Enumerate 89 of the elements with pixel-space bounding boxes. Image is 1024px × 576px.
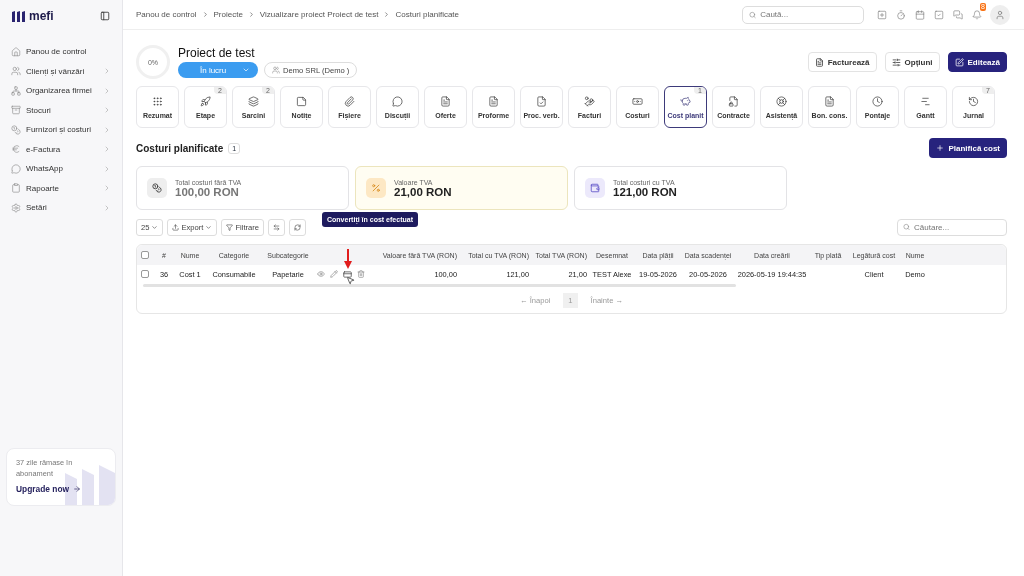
refresh-button[interactable] xyxy=(289,218,307,236)
upgrade-link[interactable]: Upgrade now xyxy=(16,484,106,494)
breadcrumb-link[interactable]: Panou de control xyxy=(136,10,197,19)
nav-item[interactable]: WhatsApp xyxy=(6,159,116,179)
document-icon xyxy=(440,95,451,107)
euro-icon xyxy=(11,144,21,155)
document-icon xyxy=(824,95,835,107)
edit-icon[interactable] xyxy=(330,270,338,278)
document-icon xyxy=(814,57,824,67)
chevron-icon xyxy=(383,11,391,18)
nav-item[interactable]: Clienți și vânzări xyxy=(6,61,116,81)
annotation-arrow-drawing xyxy=(344,248,352,269)
document-check-icon xyxy=(536,95,547,107)
swap-icon xyxy=(273,223,281,231)
note-icon xyxy=(296,95,307,107)
avatar[interactable] xyxy=(990,4,1010,25)
collapse-sidebar-icon[interactable] xyxy=(100,11,110,21)
refresh-icon xyxy=(294,223,302,231)
delete-icon[interactable] xyxy=(357,270,365,278)
settings-icon xyxy=(11,202,21,213)
lifebuoy-icon xyxy=(776,95,787,107)
sliders-icon xyxy=(891,57,901,67)
chevron-down-icon xyxy=(205,223,213,231)
nav-item[interactable]: Furnizori și costuri xyxy=(6,120,116,140)
action-button[interactable]: Opțiuni xyxy=(884,52,940,72)
chevron-icon xyxy=(201,11,209,18)
card-value: 121,00 RON xyxy=(613,185,677,198)
search-field[interactable]: Caută... xyxy=(742,5,864,24)
nav-item[interactable]: e-Factura xyxy=(6,139,116,159)
coins-icon xyxy=(147,178,167,198)
percent-icon xyxy=(366,178,386,198)
nav-item[interactable]: Setări xyxy=(6,198,116,218)
filter-icon xyxy=(226,223,234,231)
nav-item[interactable]: Panou de control xyxy=(6,42,116,62)
search-icon xyxy=(749,10,757,19)
brand-name: mefi xyxy=(29,9,54,23)
checkbox[interactable] xyxy=(141,251,149,259)
users-icon xyxy=(11,66,21,77)
hand-coins-icon xyxy=(584,95,595,107)
history-icon xyxy=(968,95,979,107)
checkbox[interactable] xyxy=(141,270,149,278)
chevron-down-icon xyxy=(151,223,159,231)
users-icon xyxy=(272,66,280,74)
chevron-down-icon xyxy=(242,66,250,74)
nav-item[interactable]: Rapoarte xyxy=(6,178,116,198)
document-icon xyxy=(488,95,499,107)
project-title: Proiect de test xyxy=(178,46,256,60)
breadcrumb-link[interactable]: Vizualizare proiect Proiect de test xyxy=(259,10,379,19)
table-search-input[interactable]: Căutare... xyxy=(914,222,1001,232)
card-value: 21,00 RON xyxy=(394,185,452,198)
paperclip-icon xyxy=(344,95,355,107)
upload-icon xyxy=(172,223,180,231)
section-title: Costuri planificate xyxy=(136,142,224,154)
wallet-icon xyxy=(585,178,605,198)
credit-card-icon[interactable] xyxy=(343,269,352,279)
table-search-field[interactable]: Căutare... xyxy=(897,218,1007,236)
clipboard-icon xyxy=(11,183,21,194)
gantt-icon xyxy=(920,95,931,107)
archive-icon xyxy=(11,105,21,116)
action-button[interactable]: Editează xyxy=(947,52,1007,72)
nav-item[interactable]: Organizarea firmei xyxy=(6,81,116,101)
edit-icon xyxy=(954,57,964,67)
plus-icon xyxy=(936,144,945,152)
chevron-icon xyxy=(247,11,255,18)
hierarchy-icon xyxy=(11,85,21,96)
swap-button[interactable] xyxy=(268,218,286,236)
home-icon xyxy=(11,46,21,57)
plan-cost-button[interactable]: Planifică cost xyxy=(929,138,1007,158)
chat-icon xyxy=(11,163,21,174)
search-input[interactable]: Caută... xyxy=(760,10,857,19)
rocket-icon xyxy=(200,95,211,107)
document-lock-icon xyxy=(728,95,739,107)
search-icon xyxy=(903,223,911,231)
logo-icon xyxy=(12,10,26,22)
cursor-icon xyxy=(346,275,355,285)
view-icon[interactable] xyxy=(317,270,325,278)
banknote-icon xyxy=(632,95,643,107)
clock-icon xyxy=(872,95,883,107)
chat-icon xyxy=(392,95,403,107)
arrow-right-icon xyxy=(73,485,82,493)
piggy-bank-icon xyxy=(680,95,691,107)
coins-icon xyxy=(11,124,21,135)
action-button[interactable]: Facturează xyxy=(807,52,877,72)
breadcrumb-link[interactable]: Proiecte xyxy=(213,10,243,19)
card-value: 100,00 RON xyxy=(175,185,240,198)
layers-icon xyxy=(248,95,259,107)
nav-item[interactable]: Stocuri xyxy=(6,100,116,120)
bell-icon xyxy=(971,9,982,20)
grid-icon xyxy=(152,95,163,107)
